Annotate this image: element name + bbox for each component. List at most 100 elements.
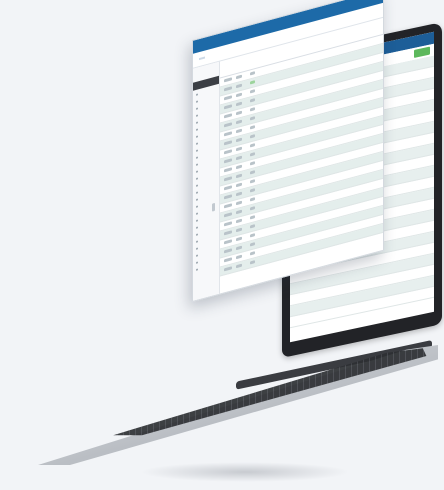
table-cell	[224, 131, 232, 137]
table-cell	[250, 143, 255, 148]
bullet-icon	[196, 99, 198, 103]
table-body	[220, 34, 383, 277]
table-cell	[236, 173, 242, 179]
table-cell	[250, 80, 255, 85]
bullet-icon	[196, 169, 198, 173]
bullet-icon	[196, 239, 198, 243]
bullet-icon	[196, 183, 198, 187]
table-cell	[236, 92, 242, 98]
bullet-icon	[196, 113, 198, 117]
page-title	[199, 56, 205, 61]
table-cell	[224, 257, 232, 263]
table-cell	[250, 125, 255, 130]
table-cell	[236, 146, 242, 152]
table-cell	[224, 239, 232, 245]
bullet-icon	[196, 232, 198, 236]
column-header[interactable]	[294, 39, 303, 57]
sidebar-scrollbar[interactable]	[212, 202, 215, 212]
table-cell	[250, 206, 255, 211]
bullet-icon	[196, 204, 198, 208]
table-cell	[250, 215, 255, 220]
column-header[interactable]	[252, 51, 261, 69]
bullet-icon	[196, 120, 198, 124]
table-cell	[236, 209, 242, 215]
bullet-icon	[196, 148, 198, 152]
table-cell	[236, 263, 242, 269]
app-window	[192, 0, 384, 303]
table-cell	[236, 155, 242, 161]
table-cell	[224, 95, 232, 101]
table-cell	[250, 98, 255, 103]
table-cell	[224, 86, 232, 92]
table-cell	[250, 179, 255, 184]
table-cell	[224, 176, 232, 182]
table-cell	[224, 266, 232, 272]
table-cell	[236, 236, 242, 242]
table-cell	[236, 74, 242, 80]
table-cell	[224, 104, 232, 110]
table-cell	[224, 158, 232, 164]
bullet-icon	[196, 134, 198, 138]
table-cell	[224, 149, 232, 155]
table-cell	[250, 242, 255, 247]
bullet-icon	[196, 246, 198, 250]
table-cell	[250, 260, 255, 265]
table-cell	[250, 251, 255, 256]
table-cell	[236, 137, 242, 143]
bullet-icon	[196, 267, 198, 271]
bullet-icon	[196, 197, 198, 201]
bullet-icon	[196, 127, 198, 131]
table-cell	[236, 164, 242, 170]
table-cell	[250, 170, 255, 175]
bullet-icon	[196, 155, 198, 159]
bullet-icon	[196, 225, 198, 229]
bullet-icon	[196, 211, 198, 215]
table-cell	[224, 230, 232, 236]
table-cell	[250, 71, 255, 76]
bullet-icon	[196, 162, 198, 166]
table-cell	[250, 233, 255, 238]
table-cell	[224, 167, 232, 173]
table-cell	[224, 248, 232, 254]
table-cell	[236, 200, 242, 206]
bullet-icon	[196, 190, 198, 194]
column-header[interactable]	[238, 54, 247, 72]
table-cell	[224, 221, 232, 227]
bullet-icon	[196, 253, 198, 257]
table-cell	[250, 197, 255, 202]
sidebar	[193, 61, 220, 301]
table-cell	[250, 134, 255, 139]
table-cell	[250, 188, 255, 193]
table-cell	[250, 107, 255, 112]
table-cell	[224, 185, 232, 191]
table-cell	[250, 89, 255, 94]
bullet-icon	[196, 106, 198, 110]
table-cell	[236, 128, 242, 134]
table-cell	[236, 182, 242, 188]
column-header[interactable]	[224, 58, 233, 76]
table-cell	[250, 116, 255, 121]
table-cell	[224, 122, 232, 128]
table-cell	[224, 113, 232, 119]
column-header[interactable]	[266, 47, 275, 65]
bullet-icon	[196, 92, 198, 96]
table-cell	[236, 191, 242, 197]
table-cell	[224, 212, 232, 218]
column-header[interactable]	[280, 43, 289, 61]
table-cell	[250, 152, 255, 157]
table-cell	[250, 161, 255, 166]
table-cell	[236, 218, 242, 224]
table-cell	[224, 194, 232, 200]
bullet-icon	[196, 141, 198, 145]
table-cell	[236, 119, 242, 125]
table-cell	[250, 224, 255, 229]
app-body	[193, 17, 383, 301]
bullet-icon	[196, 260, 198, 264]
table-cell	[236, 245, 242, 251]
table-cell	[224, 77, 232, 83]
data-table	[220, 17, 383, 294]
table-cell	[224, 140, 232, 146]
table-cell	[236, 101, 242, 107]
laptop-shadow	[140, 462, 350, 482]
table-cell	[236, 254, 242, 260]
